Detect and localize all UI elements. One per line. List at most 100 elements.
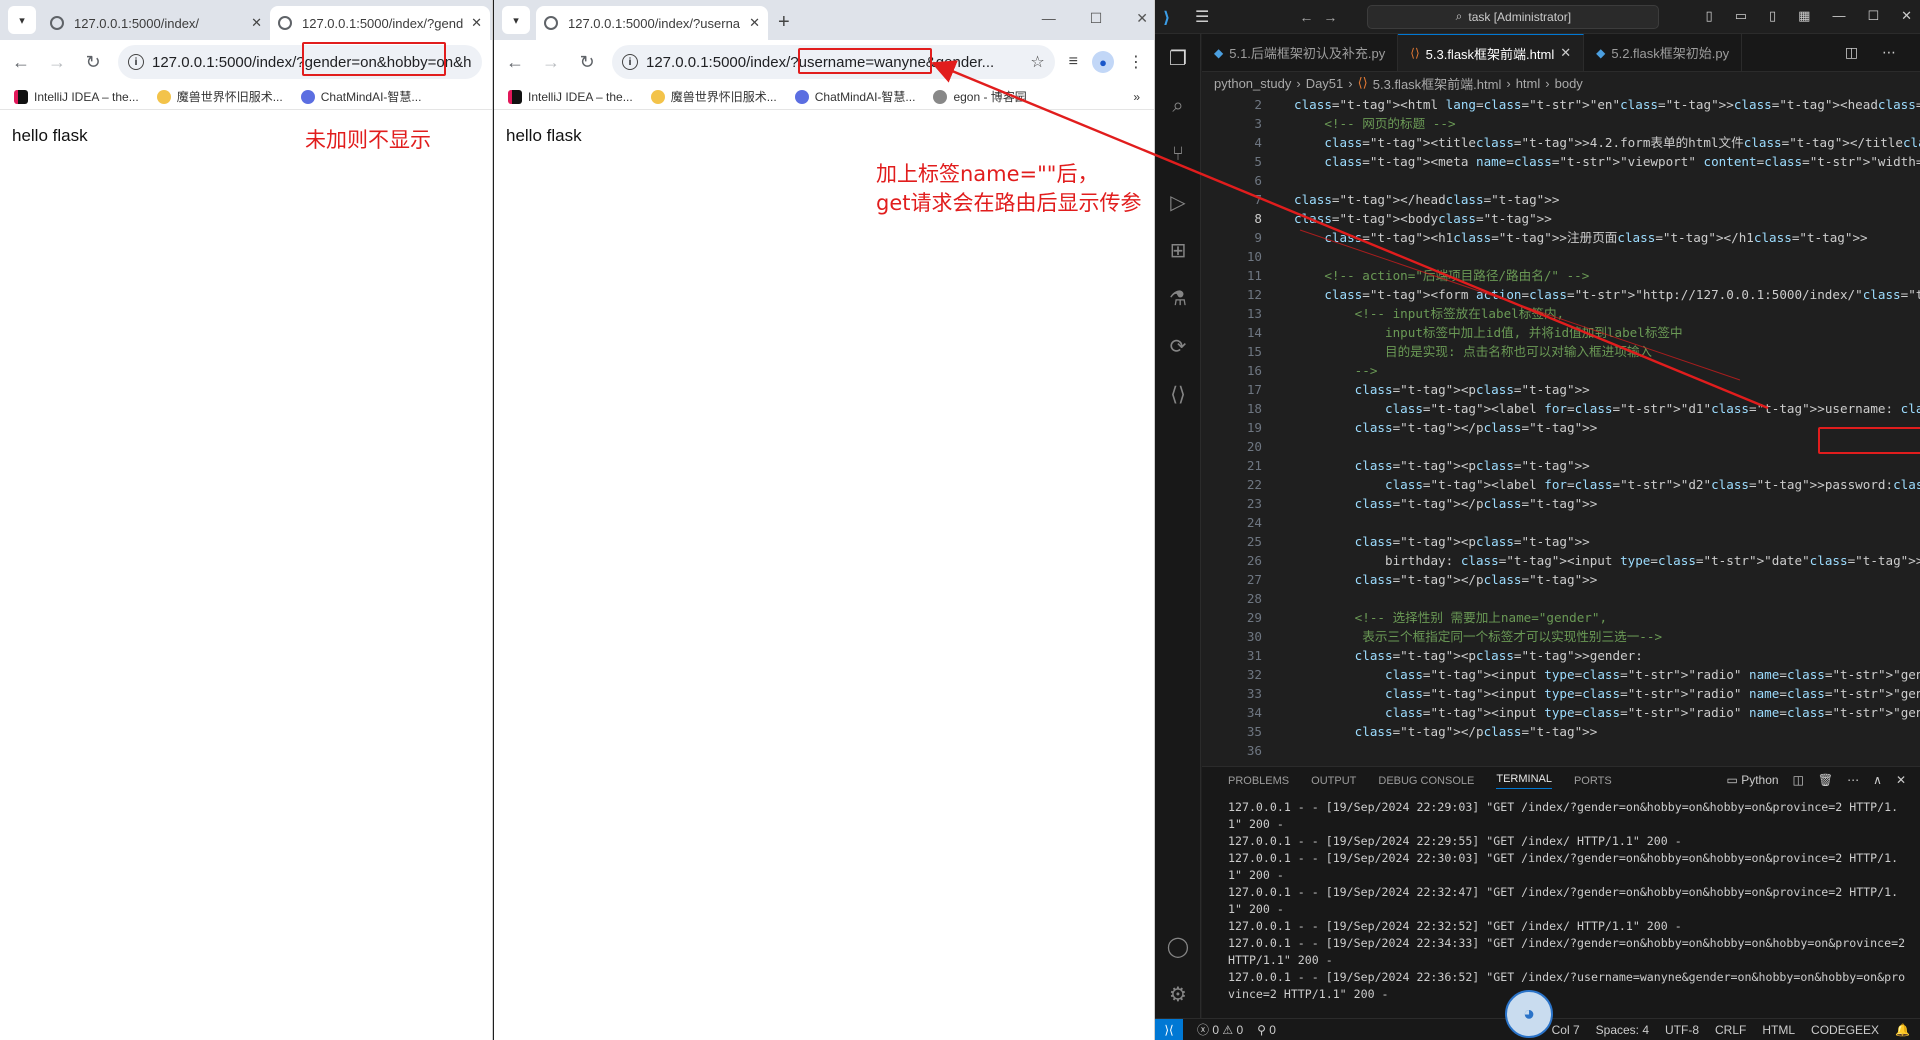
code-line[interactable]: 21 class="t-tag"><pclass="t-tag">> (1202, 456, 1920, 475)
code-line[interactable]: 19 class="t-tag"></pclass="t-tag">> (1202, 418, 1920, 437)
customize-layout-icon[interactable]: ▦ (1798, 8, 1810, 24)
close-icon[interactable]: ✕ (1560, 45, 1571, 61)
editor-tab-active[interactable]: ⟨⟩ 5.3.flask框架前端.html ✕ (1398, 34, 1585, 71)
code-line[interactable]: 18 class="t-tag"><label for=class="t-str… (1202, 399, 1920, 418)
tab-search-button[interactable]: ▾ (502, 6, 530, 34)
code-line[interactable]: 6 (1202, 171, 1920, 190)
assistant-avatar-icon[interactable]: ◕ (1505, 990, 1553, 1038)
close-icon[interactable]: ✕ (251, 15, 262, 31)
explorer-icon[interactable]: ❐ (1155, 34, 1201, 82)
breadcrumb-item[interactable]: 5.3.flask框架前端.html (1373, 74, 1502, 93)
cursor-position[interactable]: Col 7 (1552, 1023, 1580, 1037)
panel-toggle-icon[interactable]: ▭ (1735, 8, 1747, 24)
menu-icon[interactable]: ⋮ (1128, 52, 1144, 72)
code-line[interactable]: 4 class="t-tag"><titleclass="t-tag">>4.2… (1202, 133, 1920, 152)
code-line[interactable]: 2 class="t-tag"><html lang=class="t-str">… (1202, 95, 1920, 114)
back-icon[interactable]: ← (10, 52, 32, 73)
code-line[interactable]: 12 class="t-tag"><form action=class="t-s… (1202, 285, 1920, 304)
more-bookmarks-icon[interactable]: » (1133, 90, 1140, 104)
code-line[interactable]: 8 class="t-tag"><bodyclass="t-tag">> (1202, 209, 1920, 228)
code-line[interactable]: 11 <!-- action="后端项目路径/路由名/" --> (1202, 266, 1920, 285)
code-line[interactable]: 25 class="t-tag"><pclass="t-tag">> (1202, 532, 1920, 551)
bookmark[interactable]: ChatMindAI-智慧... (300, 88, 421, 105)
terminal-kind[interactable]: ▭ Python (1727, 773, 1779, 787)
browser-tab-active[interactable]: 127.0.0.1:5000/index/?userna ✕ (536, 6, 768, 40)
bookmark[interactable]: ChatMindAI-智慧... (794, 88, 915, 105)
nav-arrows-icon[interactable]: ←→ (1299, 9, 1347, 25)
code-editor[interactable]: 2 class="t-tag"><html lang=class="t-str">… (1202, 95, 1920, 764)
panel-tab-debug-console[interactable]: DEBUG CONSOLE (1378, 775, 1474, 787)
editor-tab[interactable]: ◆ 5.1.后端框架初认及补充.py (1202, 34, 1399, 71)
code-line[interactable]: 31 class="t-tag"><pclass="t-tag">>gender… (1202, 646, 1920, 665)
code-line[interactable]: 5 class="t-tag"><meta name=class="t-str"… (1202, 152, 1920, 171)
codegeex-icon[interactable]: ⟨⟩ (1155, 370, 1201, 418)
minimize-icon[interactable]: — (1832, 8, 1845, 24)
more-icon[interactable]: ⋯ (1847, 773, 1859, 787)
close-icon[interactable]: ✕ (471, 15, 482, 31)
close-window-icon[interactable]: ✕ (1136, 10, 1148, 27)
close-window-icon[interactable]: ✕ (1901, 8, 1912, 24)
extensions-icon[interactable]: ⊞ (1155, 226, 1201, 274)
code-line[interactable]: 30 表示三个框指定同一个标签才可以实现性别三选一--> (1202, 627, 1920, 646)
language-mode[interactable]: HTML (1762, 1023, 1795, 1037)
editor-tab[interactable]: ◆ 5.2.flask框架初始.py (1584, 34, 1743, 71)
problems-status[interactable]: ⓧ 0 ⚠ 0 (1197, 1021, 1243, 1038)
split-terminal-icon[interactable]: ◫ (1793, 773, 1804, 787)
ports-status[interactable]: ⚲ 0 (1257, 1023, 1276, 1037)
terminal-output[interactable]: 127.0.0.1 - - [19/Sep/2024 22:29:03] "GE… (1202, 795, 1920, 1003)
bookmark[interactable]: IntelliJ IDEA – the... (14, 89, 139, 104)
code-line[interactable]: 36 (1202, 741, 1920, 760)
minimize-icon[interactable]: — (1042, 10, 1056, 27)
code-line[interactable]: 20 (1202, 437, 1920, 456)
panel-tab-problems[interactable]: PROBLEMS (1228, 775, 1289, 787)
sidebar-toggle-icon[interactable]: ▯ (1769, 8, 1776, 24)
bookmark[interactable]: egon - 博客园 (933, 88, 1027, 105)
browser-tab[interactable]: 127.0.0.1:5000/index/ ✕ (42, 6, 270, 40)
close-icon[interactable]: ✕ (749, 15, 760, 31)
breadcrumb-item[interactable]: html (1516, 76, 1541, 91)
codegeex-status[interactable]: CODEGEEX (1811, 1023, 1879, 1037)
line-ending[interactable]: CRLF (1715, 1023, 1746, 1037)
run-debug-icon[interactable]: ▷ (1155, 178, 1201, 226)
account-icon[interactable]: ◯ (1155, 922, 1201, 970)
code-line[interactable]: 33 class="t-tag"><input type=class="t-st… (1202, 684, 1920, 703)
tab-search-button[interactable]: ▾ (8, 6, 36, 34)
remote-indicator-icon[interactable]: ⟩⟨ (1155, 1018, 1183, 1040)
code-line[interactable]: 16 --> (1202, 361, 1920, 380)
code-line[interactable]: 14 input标签中加上id值, 并将id值加到label标签中 (1202, 323, 1920, 342)
panel-tab-ports[interactable]: PORTS (1574, 775, 1612, 787)
breadcrumb-item[interactable]: body (1555, 76, 1583, 91)
code-line[interactable]: 29 <!-- 选择性别 需要加上name="gender", (1202, 608, 1920, 627)
remote-icon[interactable]: ⟳ (1155, 322, 1201, 370)
maximize-icon[interactable]: ☐ (1867, 8, 1879, 24)
layout-icon[interactable]: ▯ (1706, 8, 1713, 24)
code-line[interactable]: 23 class="t-tag"></pclass="t-tag">> (1202, 494, 1920, 513)
reload-icon[interactable]: ↻ (82, 52, 104, 73)
split-editor-icon[interactable]: ◫ ⋯ (1845, 44, 1906, 61)
testing-icon[interactable]: ⚗ (1155, 274, 1201, 322)
code-line[interactable]: 32 class="t-tag"><input type=class="t-st… (1202, 665, 1920, 684)
code-line[interactable]: 35 class="t-tag"></pclass="t-tag">> (1202, 722, 1920, 741)
code-line[interactable]: 34 class="t-tag"><input type=class="t-st… (1202, 703, 1920, 722)
bookmark[interactable]: 魔兽世界怀旧服术... (156, 88, 283, 105)
profile-icon[interactable]: ● (1092, 51, 1114, 73)
indentation[interactable]: Spaces: 4 (1596, 1023, 1649, 1037)
panel-tab-terminal[interactable]: TERMINAL (1496, 773, 1552, 789)
search-icon[interactable]: ⌕ (1155, 82, 1201, 130)
breadcrumb-item[interactable]: python_study (1214, 76, 1291, 91)
close-panel-icon[interactable]: ✕ (1896, 773, 1906, 787)
code-line[interactable]: 3 <!-- 网页的标题 --> (1202, 114, 1920, 133)
code-line[interactable]: 28 (1202, 589, 1920, 608)
new-tab-icon[interactable]: + (778, 11, 790, 34)
notifications-icon[interactable]: 🔔 (1895, 1023, 1910, 1037)
panel-tab-output[interactable]: OUTPUT (1311, 775, 1356, 787)
code-line[interactable]: 17 class="t-tag"><pclass="t-tag">> (1202, 380, 1920, 399)
maximize-panel-icon[interactable]: ∧ (1873, 773, 1882, 787)
code-line[interactable]: 7 class="t-tag"></headclass="t-tag">> (1202, 190, 1920, 209)
maximize-icon[interactable]: ☐ (1090, 10, 1103, 27)
encoding[interactable]: UTF-8 (1665, 1023, 1699, 1037)
site-info-icon[interactable]: i (622, 54, 638, 70)
code-line[interactable]: 15 目的是实现: 点击名称也可以对输入框进项输入 (1202, 342, 1920, 361)
code-line[interactable]: 22 class="t-tag"><label for=class="t-str… (1202, 475, 1920, 494)
command-center[interactable]: ⌕ task [Administrator] (1367, 4, 1660, 29)
